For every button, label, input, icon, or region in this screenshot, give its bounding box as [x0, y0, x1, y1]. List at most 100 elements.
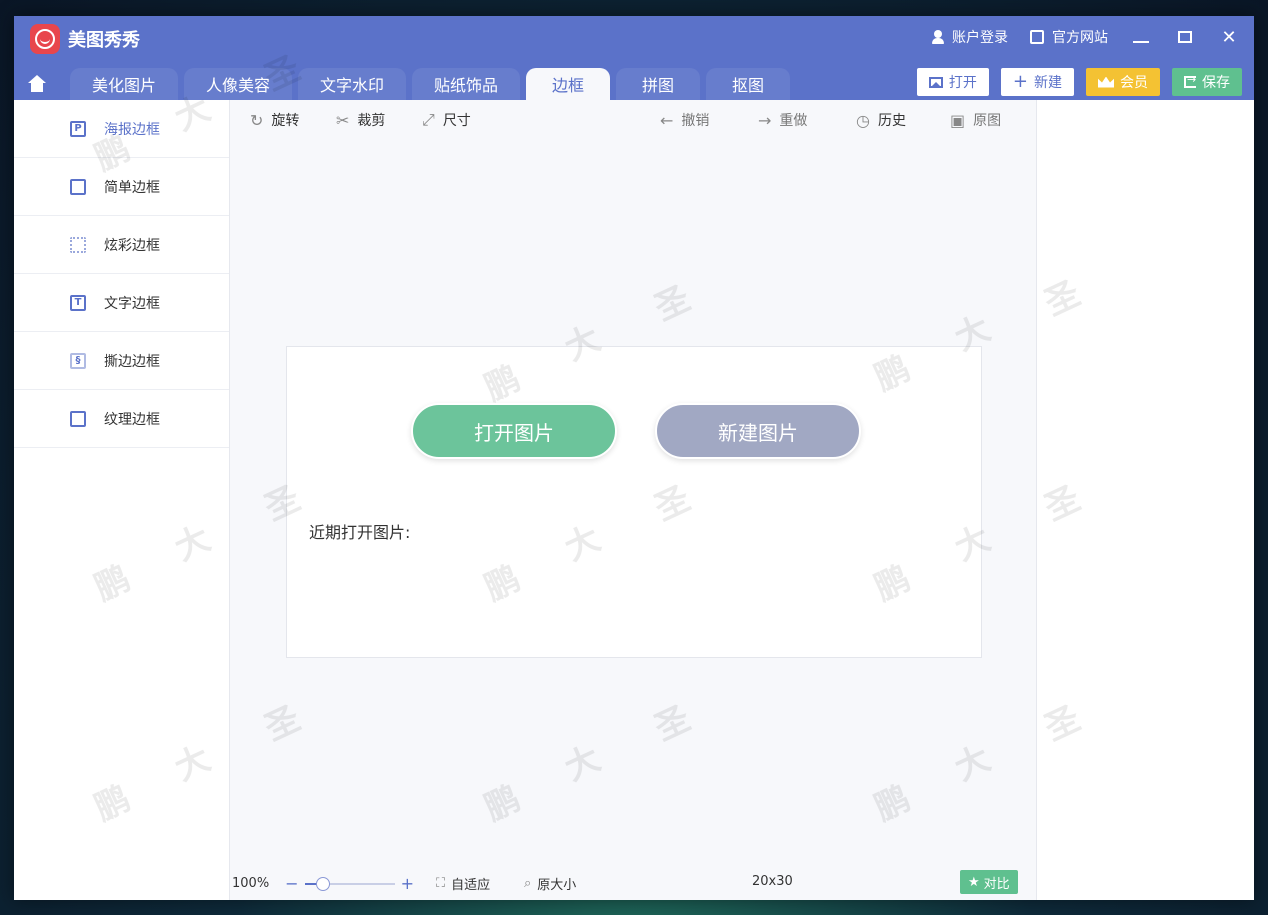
picture-icon: ▣ — [950, 110, 966, 130]
image-dimensions: 20x30 — [752, 874, 793, 889]
sidebar-item-label: 文字边框 — [104, 295, 160, 312]
crown-icon — [1098, 76, 1114, 88]
new-image-button[interactable]: 新建图片 — [655, 403, 861, 459]
status-bar: 100% − + ⛶ 自适应 ⌕ 原大小 20x30 ★ 对比 — [230, 870, 1036, 894]
crop-label: 裁剪 — [357, 113, 386, 129]
zoom-slider[interactable] — [304, 876, 395, 891]
app-logo — [30, 24, 60, 54]
history-button[interactable]: ◷ 历史 — [856, 110, 906, 130]
magnifier-icon: ⌕ — [524, 876, 532, 891]
colorful-frame-icon — [70, 236, 86, 253]
compare-label: 对比 — [983, 876, 1010, 892]
history-label: 历史 — [877, 113, 906, 129]
actual-size-label: 原大小 — [537, 878, 577, 893]
official-website-button[interactable]: 官方网站 — [1030, 27, 1108, 47]
edit-toolbar: ↻ 旋转 ✂ 裁剪 ⤢ 尺寸 ← 撤销 → 重做 ◷ 历史 ▣ 原图 — [250, 110, 1030, 134]
simple-frame-icon — [70, 178, 86, 195]
arrow-left-icon: ← — [660, 110, 674, 130]
app-title: 美图秀秀 — [68, 30, 140, 51]
texture-frame-icon — [70, 410, 86, 427]
tab-frame[interactable]: 边框 — [526, 68, 610, 100]
zoom-control: 100% − + — [232, 874, 414, 893]
right-panel — [1036, 100, 1254, 900]
sidebar-item-simple-frame[interactable]: 简单边框 — [14, 158, 229, 216]
original-image-button[interactable]: ▣ 原图 — [950, 110, 1001, 130]
zoom-slider-handle[interactable] — [315, 876, 330, 891]
rotate-label: 旋转 — [271, 113, 300, 129]
redo-label: 重做 — [779, 113, 808, 129]
title-bar: 美图秀秀 账户登录 官方网站 ✕ 美化图片 人像美容 文字水印 贴纸饰品 边框 … — [14, 16, 1254, 100]
user-icon — [932, 30, 944, 44]
rotate-icon: ↻ — [250, 110, 264, 130]
new-label: 新建 — [1034, 75, 1062, 91]
zoom-in-button[interactable]: + — [401, 874, 414, 893]
save-label: 保存 — [1202, 75, 1230, 91]
text-frame-icon: T — [70, 294, 86, 311]
tab-stickers[interactable]: 贴纸饰品 — [412, 68, 520, 100]
resize-button[interactable]: ⤢ 尺寸 — [422, 110, 471, 130]
plus-icon: + — [1012, 71, 1028, 92]
zoom-value: 100% — [232, 876, 270, 891]
sidebar-item-texture-frame[interactable]: 纹理边框 — [14, 390, 229, 448]
minimize-button[interactable] — [1130, 26, 1152, 48]
save-button[interactable]: 保存 — [1172, 68, 1242, 96]
original-image-label: 原图 — [973, 113, 1002, 129]
torn-frame-icon: § — [70, 352, 86, 369]
arrow-right-icon: → — [758, 110, 772, 130]
open-image-button[interactable]: 打开图片 — [411, 403, 617, 459]
fit-label: 自适应 — [451, 878, 491, 893]
sidebar-item-label: 简单边框 — [104, 179, 160, 196]
sidebar-item-label: 纹理边框 — [104, 411, 160, 428]
sidebar-item-label: 撕边边框 — [104, 353, 160, 370]
sidebar-item-text-frame[interactable]: T 文字边框 — [14, 274, 229, 332]
undo-button[interactable]: ← 撤销 — [660, 110, 709, 130]
maximize-button[interactable] — [1174, 26, 1196, 48]
compare-button[interactable]: ★ 对比 — [960, 870, 1018, 894]
start-panel: 打开图片 新建图片 近期打开图片: — [286, 346, 982, 658]
sparkle-icon: ★ — [968, 874, 980, 890]
tab-cutout[interactable]: 抠图 — [706, 68, 790, 100]
minimize-icon — [1133, 41, 1149, 43]
redo-button[interactable]: → 重做 — [758, 110, 807, 130]
sidebar-item-colorful-frame[interactable]: 炫彩边框 — [14, 216, 229, 274]
app-window: 美图秀秀 账户登录 官方网站 ✕ 美化图片 人像美容 文字水印 贴纸饰品 边框 … — [14, 16, 1254, 900]
poster-frame-icon: P — [70, 120, 86, 137]
tab-collage[interactable]: 拼图 — [616, 68, 700, 100]
fit-button[interactable]: ⛶ 自适应 — [436, 874, 490, 893]
vip-button[interactable]: 会员 — [1086, 68, 1160, 96]
open-label: 打开 — [948, 75, 977, 91]
sidebar-item-poster-frame[interactable]: P 海报边框 — [14, 100, 229, 158]
maximize-icon — [1178, 31, 1192, 43]
tab-text-watermark[interactable]: 文字水印 — [298, 68, 406, 100]
rotate-button[interactable]: ↻ 旋转 — [250, 110, 299, 130]
image-icon — [928, 76, 943, 88]
website-icon — [1030, 30, 1044, 44]
resize-label: 尺寸 — [442, 113, 471, 129]
frame-category-sidebar: P 海报边框 简单边框 炫彩边框 T 文字边框 § 撕边边框 纹理边框 — [14, 100, 230, 900]
zoom-out-button[interactable]: − — [285, 874, 298, 893]
crop-button[interactable]: ✂ 裁剪 — [336, 110, 385, 130]
open-button[interactable]: 打开 — [916, 68, 989, 96]
export-icon — [1184, 73, 1196, 88]
account-login-button[interactable]: 账户登录 — [932, 27, 1008, 47]
clock-icon: ◷ — [856, 110, 870, 130]
tab-beautify[interactable]: 美化图片 — [70, 68, 178, 100]
fit-icon: ⛶ — [436, 876, 446, 891]
new-button[interactable]: + 新建 — [1000, 68, 1074, 96]
sidebar-item-label: 海报边框 — [104, 121, 160, 138]
main-tabs: 美化图片 人像美容 文字水印 贴纸饰品 边框 拼图 抠图 — [14, 68, 894, 100]
actual-size-button[interactable]: ⌕ 原大小 — [524, 874, 576, 893]
title-bar-controls: 账户登录 官方网站 ✕ — [932, 26, 1240, 48]
resize-icon: ⤢ — [422, 110, 435, 129]
close-icon: ✕ — [1221, 26, 1237, 48]
close-button[interactable]: ✕ — [1218, 26, 1240, 48]
undo-label: 撤销 — [681, 113, 710, 129]
scissors-icon: ✂ — [336, 110, 350, 130]
sidebar-item-torn-frame[interactable]: § 撕边边框 — [14, 332, 229, 390]
home-icon[interactable] — [28, 75, 46, 93]
sidebar-item-label: 炫彩边框 — [104, 237, 160, 254]
account-login-label: 账户登录 — [952, 30, 1008, 46]
vip-label: 会员 — [1120, 75, 1148, 91]
tab-portrait[interactable]: 人像美容 — [184, 68, 292, 100]
action-buttons: 打开 + 新建 会员 保存 — [916, 68, 1242, 96]
